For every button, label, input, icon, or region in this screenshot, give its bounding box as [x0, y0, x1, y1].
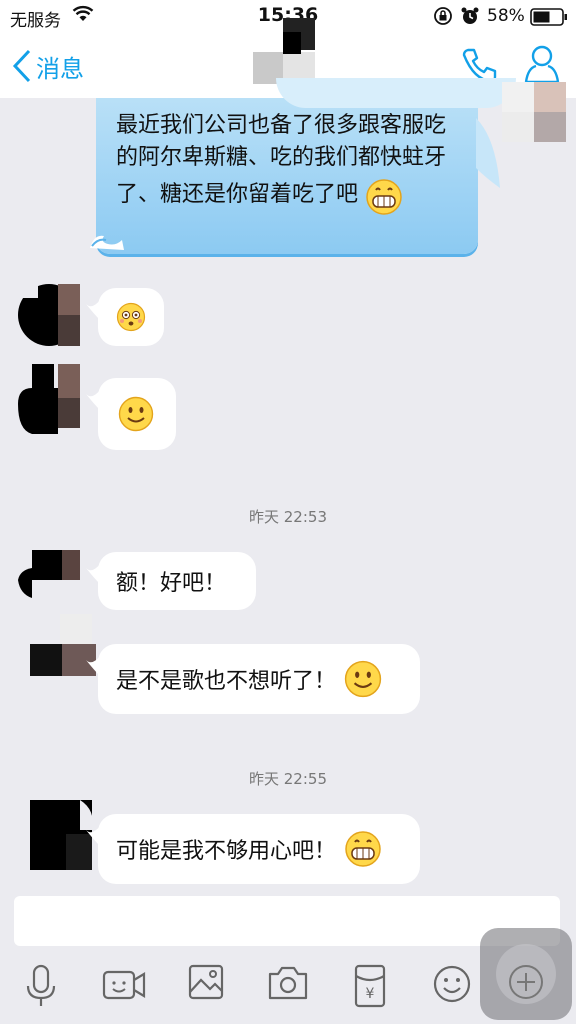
chevron-left-icon	[12, 49, 31, 83]
chat-area[interactable]: 最近我们公司也备了很多跟客服吃的阿尔卑斯糖、吃的我们都快蛀牙了、糖还是你留着吃了…	[0, 78, 576, 948]
grin-emoji-icon	[366, 179, 402, 215]
emoji-icon[interactable]	[432, 964, 472, 1008]
contact-message-text: 是不是歌也不想听了！	[116, 669, 337, 694]
self-message-bubble[interactable]: 最近我们公司也备了很多跟客服吃的阿尔卑斯糖、吃的我们都快蛀牙了、糖还是你留着吃了…	[90, 78, 516, 254]
mic-icon[interactable]	[24, 964, 58, 1012]
timestamp: 昨天 22:53	[249, 508, 327, 526]
contact-avatar[interactable]	[18, 284, 80, 350]
self-bubble-tail-icon	[476, 118, 504, 212]
grin-emoji-icon	[345, 831, 381, 867]
bubble-decoration	[276, 78, 516, 108]
wave-decoration-icon	[88, 222, 128, 256]
contact-message-text: 可能是我不够用心吧！	[116, 839, 337, 864]
plus-icon[interactable]	[508, 964, 544, 1000]
self-message-text: 最近我们公司也备了很多跟客服吃的阿尔卑斯糖、吃的我们都快蛀牙了、糖还是你留着吃了…	[116, 110, 466, 216]
bubble-tail-icon	[86, 826, 100, 846]
image-icon[interactable]	[188, 964, 224, 1004]
battery-percentage: 58%	[487, 6, 525, 26]
contact-message-bubble[interactable]	[86, 378, 176, 450]
contact-message-bubble[interactable]: 额！好吧！	[86, 552, 256, 610]
battery-icon	[530, 8, 568, 30]
camera-icon[interactable]	[268, 964, 308, 1004]
alarm-icon	[460, 6, 480, 30]
contact-message-bubble[interactable]: 可能是我不够用心吧！	[86, 814, 420, 884]
back-label: 消息	[36, 54, 84, 83]
red-packet-icon[interactable]: ¥	[354, 964, 386, 1012]
self-avatar[interactable]	[502, 82, 566, 146]
contact-message-bubble[interactable]	[86, 288, 164, 346]
bubble-tail-icon	[86, 564, 100, 584]
back-button[interactable]: 消息	[12, 48, 84, 84]
timestamp: 昨天 22:55	[249, 770, 327, 788]
contact-message-text: 额！好吧！	[116, 571, 227, 596]
message-input[interactable]	[14, 896, 560, 946]
video-icon[interactable]	[102, 964, 146, 1008]
flushed-emoji-icon	[116, 302, 146, 332]
rotation-lock-icon	[433, 6, 453, 30]
bubble-tail-icon	[86, 390, 100, 410]
assistive-touch-button[interactable]	[480, 928, 572, 1020]
svg-text:¥: ¥	[366, 986, 375, 1002]
bubble-tail-icon	[86, 300, 100, 320]
contact-message-bubble[interactable]: 是不是歌也不想听了！	[86, 644, 420, 714]
contact-avatar[interactable]	[18, 550, 80, 602]
smile-emoji-icon	[344, 660, 382, 698]
bubble-tail-icon	[86, 656, 100, 676]
smile-emoji-icon	[118, 396, 154, 432]
contact-avatar[interactable]	[18, 364, 80, 438]
